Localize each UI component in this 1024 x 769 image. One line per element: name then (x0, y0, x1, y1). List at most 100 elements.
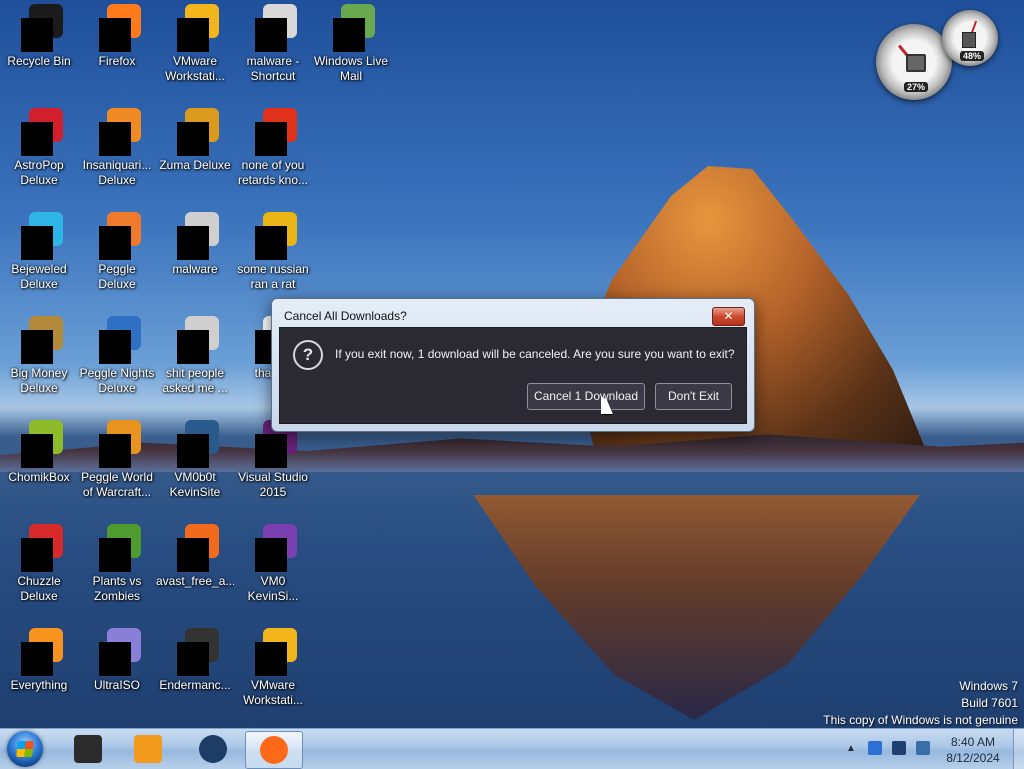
desktop-icon-label: Visual Studio 2015 (238, 470, 308, 499)
folder-icon (171, 212, 219, 260)
watermark-os-name: Windows 7 (959, 679, 1018, 693)
dialog-body: ? If you exit now, 1 download will be ca… (279, 327, 747, 424)
redaction-box (177, 538, 209, 572)
redaction-box (255, 122, 287, 156)
desktop-icon-label: Windows Live Mail (313, 54, 389, 83)
redaction-box (255, 434, 287, 468)
desktop-icon-label: Peggle Nights Deluxe (79, 366, 155, 395)
desktop-icon[interactable]: VMware Workstati... (156, 4, 234, 84)
desktop-icon-label: VMware Workstati... (165, 54, 225, 83)
taskbar-item[interactable] (185, 731, 241, 767)
taskbar-item[interactable] (60, 731, 116, 767)
desktop-icon[interactable]: malware (156, 212, 234, 277)
recycle-bin-icon (15, 4, 63, 52)
mouse-cursor-icon (601, 396, 613, 414)
desktop-icon-label: VM0b0t KevinSite (169, 470, 221, 499)
desktop-icon[interactable]: Everything (0, 628, 78, 693)
monitor-icon[interactable] (892, 741, 906, 755)
network-icon[interactable] (868, 741, 882, 755)
chuzzle-icon (15, 524, 63, 572)
taskbar-item[interactable] (120, 731, 176, 767)
desktop-icon[interactable]: Firefox (78, 4, 156, 69)
desktop-icon[interactable]: Peggle World of Warcraft... (78, 420, 156, 500)
desktop-icon[interactable]: Recycle Bin (0, 4, 78, 69)
redaction-box (177, 330, 209, 364)
cancel-download-button[interactable]: Cancel 1 Download (527, 383, 645, 410)
firefox-dev-icon (249, 108, 297, 156)
show-hidden-icons-button[interactable]: ▲ (846, 743, 856, 754)
desktop-icon-label: Peggle World of Warcraft... (81, 470, 153, 499)
desktop-icon[interactable]: shit people asked me ... (156, 316, 234, 396)
desktop-icon[interactable]: Plants vs Zombies (78, 524, 156, 604)
dialog-message: If you exit now, 1 download will be canc… (335, 347, 735, 361)
big-money-icon (15, 316, 63, 364)
redaction-box (333, 18, 365, 52)
cpu-meter-gadget[interactable]: 27% 48% (874, 10, 1000, 102)
desktop-icon-label: malware (172, 262, 218, 276)
desktop-icon[interactable]: UltraISO (78, 628, 156, 693)
desktop-icon[interactable]: Zuma Deluxe (156, 108, 234, 173)
desktop-icon[interactable]: ChomikBox (0, 420, 78, 485)
redaction-box (21, 18, 53, 52)
desktop-icon-label: Chuzzle Deluxe (17, 574, 61, 603)
vm-shortcut-icon (249, 524, 297, 572)
media-player-icon (134, 735, 162, 763)
desktop-icon-label: malware - Shortcut (246, 54, 300, 83)
taskbar-clock[interactable]: 8:40 AM 8/12/2024 (934, 734, 1012, 766)
desktop-icon[interactable]: Endermanc... (156, 628, 234, 693)
desktop-icon[interactable]: none of you retards kno... (234, 108, 312, 188)
redaction-box (21, 122, 53, 156)
everything-search-icon (15, 628, 63, 676)
insaniquarium-icon (93, 108, 141, 156)
desktop-icon[interactable]: Insaniquari... Deluxe (78, 108, 156, 188)
redaction-box (21, 642, 53, 676)
memory-chip-icon (962, 32, 976, 48)
start-button[interactable] (7, 731, 43, 767)
desktop-icon[interactable]: Peggle Nights Deluxe (78, 316, 156, 396)
document-icon (249, 212, 297, 260)
dont-exit-button[interactable]: Don't Exit (655, 383, 732, 410)
firefox-icon (260, 736, 288, 764)
desktop-icon-label: UltraISO (93, 678, 140, 692)
desktop-icon-label: avast_free_a... (156, 574, 234, 588)
plants-vs-zombies-icon (93, 524, 141, 572)
memory-usage-value: 48% (960, 51, 985, 61)
redaction-box (99, 538, 131, 572)
taskbar-item[interactable] (245, 731, 303, 769)
desktop-icon[interactable]: Peggle Deluxe (78, 212, 156, 292)
desktop-icon[interactable]: Chuzzle Deluxe (0, 524, 78, 604)
desktop-icon[interactable]: malware - Shortcut (234, 4, 312, 84)
redaction-box (21, 226, 53, 260)
bejeweled-icon (15, 212, 63, 260)
peggle-nights-icon (93, 316, 141, 364)
show-desktop-button[interactable] (1013, 729, 1024, 769)
desktop-icon[interactable]: Bejeweled Deluxe (0, 212, 78, 292)
desktop-icon-label: Plants vs Zombies (92, 574, 142, 603)
redaction-box (177, 122, 209, 156)
desktop-icon[interactable]: some russian ran a rat (234, 212, 312, 292)
folder-shortcut-icon (249, 4, 297, 52)
cpu-chip-icon (906, 54, 926, 72)
vm-shortcut-icon (171, 420, 219, 468)
redaction-box (99, 226, 131, 260)
desktop-icon[interactable]: VMware Workstati... (234, 628, 312, 708)
globe-icon (199, 735, 227, 763)
desktop-icon-label: Recycle Bin (7, 54, 71, 68)
cpu-usage-value: 27% (904, 82, 929, 92)
volume-icon[interactable] (916, 741, 930, 755)
redaction-box (255, 538, 287, 572)
question-icon: ? (293, 340, 323, 370)
clock-date: 8/12/2024 (946, 751, 1000, 765)
desktop-icon[interactable]: avast_free_a... (156, 524, 234, 589)
desktop-icon[interactable]: Big Money Deluxe (0, 316, 78, 396)
folder-icon (171, 316, 219, 364)
desktop-icon[interactable]: VM0b0t KevinSite (156, 420, 234, 500)
redaction-box (255, 642, 287, 676)
desktop-icon[interactable]: AstroPop Deluxe (0, 108, 78, 188)
watermark-genuine-notice: This copy of Windows is not genuine (823, 713, 1018, 727)
vmware-icon (171, 4, 219, 52)
desktop-icon[interactable]: VM0 KevinSi... (234, 524, 312, 604)
desktop-icon[interactable]: Visual Studio 2015 (234, 420, 312, 500)
dialog-close-button[interactable]: ✕ (712, 307, 745, 326)
desktop-icon[interactable]: Windows Live Mail (312, 4, 390, 84)
